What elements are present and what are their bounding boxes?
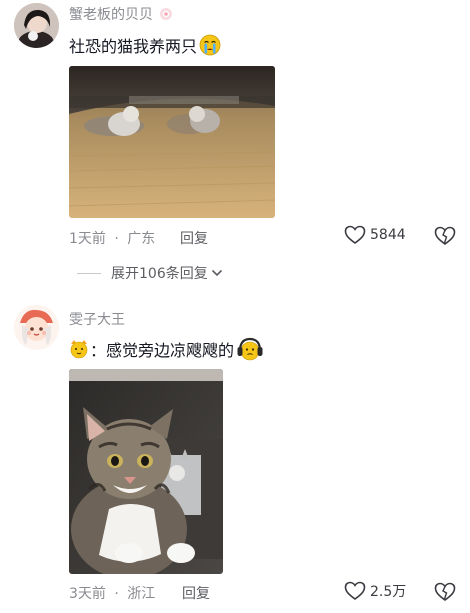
headphones-face-emoji (237, 337, 263, 361)
like-button[interactable]: 5844 (344, 225, 406, 245)
comment-photo[interactable] (69, 66, 275, 218)
dislike-button[interactable] (434, 582, 456, 606)
expand-replies-label: 展开106条回复 (111, 266, 208, 282)
heart-icon (344, 225, 366, 244)
comment-body: 社恐的猫我养两只 (69, 37, 198, 56)
username-text[interactable]: 蟹老板的贝贝 (69, 7, 153, 23)
chevron-down-icon (211, 269, 222, 277)
comment-body: ：感觉旁边凉飕飕的 (90, 341, 235, 360)
badge-icon (160, 8, 173, 20)
comment-photo[interactable] (69, 369, 223, 574)
broken-heart-icon (434, 226, 456, 245)
like-button[interactable]: 2.5万 (344, 581, 406, 601)
divider-line (77, 272, 101, 274)
reply-button[interactable]: 回复 (180, 228, 208, 248)
heart-icon (344, 581, 366, 600)
comment-meta: 3天前 · 浙江 (69, 583, 155, 603)
timestamp: 1天前 (69, 231, 106, 247)
broken-heart-icon (434, 582, 456, 601)
username[interactable]: 蟹老板的贝贝 (69, 4, 173, 24)
username-text[interactable]: 雯子大王 (69, 312, 125, 328)
comment-text: ：感觉旁边凉飕飕的 (69, 336, 264, 362)
like-count: 2.5万 (370, 584, 407, 600)
separator: · (114, 231, 119, 247)
crying-face-emoji (199, 34, 221, 56)
cat-face-emoji (70, 340, 88, 359)
dislike-button[interactable] (434, 226, 456, 250)
comment-text: 社恐的猫我养两只 (69, 33, 221, 57)
separator: · (114, 586, 119, 602)
location: 广东 (127, 231, 156, 247)
avatar[interactable] (14, 3, 59, 48)
avatar[interactable] (14, 305, 59, 350)
comment-meta: 1天前 · 广东 (69, 228, 155, 248)
like-count: 5844 (370, 227, 406, 243)
location: 浙江 (127, 586, 156, 602)
username[interactable]: 雯子大王 (69, 309, 125, 329)
reply-button[interactable]: 回复 (182, 583, 210, 603)
expand-replies-button[interactable]: 展开106条回复 (77, 263, 224, 283)
timestamp: 3天前 (69, 586, 106, 602)
